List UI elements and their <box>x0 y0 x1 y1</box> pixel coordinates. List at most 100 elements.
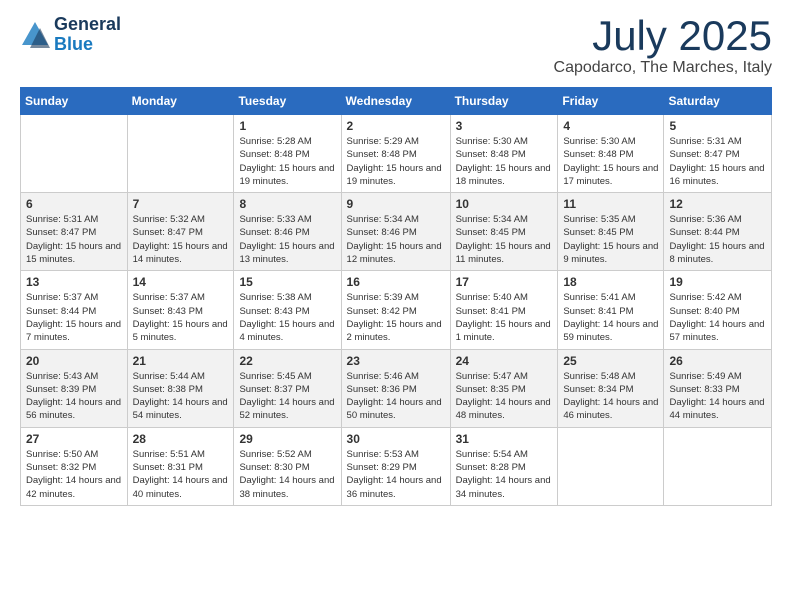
calendar-cell: 3 Sunrise: 5:30 AMSunset: 8:48 PMDaylight… <box>450 115 558 193</box>
col-tuesday: Tuesday <box>234 88 341 115</box>
calendar-cell: 20Sunrise: 5:43 AMSunset: 8:39 PMDayligh… <box>21 349 128 427</box>
calendar-body: 1Sunrise: 5:28 AMSunset: 8:48 PMDaylight… <box>21 115 772 506</box>
page: General Blue July 2025 Capodarco, The Ma… <box>0 0 792 612</box>
day-number: 7 <box>133 197 229 211</box>
calendar-cell: 27 Sunrise: 5:50 AMSunset: 8:32 PMDayligh… <box>21 427 128 505</box>
day-number: 9 <box>347 197 445 211</box>
calendar-cell: 10 Sunrise: 5:34 AMSunset: 8:45 PMDayligh… <box>450 193 558 271</box>
calendar-cell: 18 Sunrise: 5:41 AMSunset: 8:41 PMDayligh… <box>558 271 664 349</box>
day-info: Sunrise: 5:34 AMSunset: 8:46 PMDaylight:… <box>347 213 445 266</box>
month-title: July 2025 <box>554 15 772 57</box>
header: General Blue July 2025 Capodarco, The Ma… <box>20 15 772 77</box>
calendar-cell: 15 Sunrise: 5:38 AMSunset: 8:43 PMDayligh… <box>234 271 341 349</box>
day-number: 20 <box>26 354 122 368</box>
day-info: Sunrise: 5:35 AMSunset: 8:45 PMDaylight:… <box>563 213 658 266</box>
calendar-week-3: 20Sunrise: 5:43 AMSunset: 8:39 PMDayligh… <box>21 349 772 427</box>
day-number: 10 <box>456 197 553 211</box>
day-info: Sunrise: 5:34 AMSunset: 8:45 PMDaylight:… <box>456 213 553 266</box>
day-number: 21 <box>133 354 229 368</box>
calendar-week-1: 6 Sunrise: 5:31 AMSunset: 8:47 PMDaylight… <box>21 193 772 271</box>
day-info: Sunrise: 5:40 AMSunset: 8:41 PMDaylight:… <box>456 291 553 344</box>
day-number: 3 <box>456 119 553 133</box>
day-number: 28 <box>133 432 229 446</box>
day-info: Sunrise: 5:42 AMSunset: 8:40 PMDaylight:… <box>669 291 766 344</box>
calendar-cell: 14 Sunrise: 5:37 AMSunset: 8:43 PMDayligh… <box>127 271 234 349</box>
col-saturday: Saturday <box>664 88 772 115</box>
day-info: Sunrise: 5:49 AMSunset: 8:33 PMDaylight:… <box>669 370 766 423</box>
day-number: 16 <box>347 275 445 289</box>
calendar-cell: 2 Sunrise: 5:29 AMSunset: 8:48 PMDaylight… <box>341 115 450 193</box>
day-info: Sunrise: 5:39 AMSunset: 8:42 PMDaylight:… <box>347 291 445 344</box>
calendar-cell <box>558 427 664 505</box>
day-number: 14 <box>133 275 229 289</box>
calendar-cell: 23Sunrise: 5:46 AMSunset: 8:36 PMDayligh… <box>341 349 450 427</box>
calendar-table: Sunday Monday Tuesday Wednesday Thursday… <box>20 87 772 506</box>
day-info: Sunrise: 5:48 AMSunset: 8:34 PMDaylight:… <box>563 370 658 423</box>
col-thursday: Thursday <box>450 88 558 115</box>
day-info: Sunrise: 5:50 AMSunset: 8:32 PMDaylight:… <box>26 448 122 501</box>
day-info: Sunrise: 5:28 AMSunset: 8:48 PMDaylight:… <box>239 135 335 188</box>
day-info: Sunrise: 5:30 AMSunset: 8:48 PMDaylight:… <box>563 135 658 188</box>
day-info: Sunrise: 5:41 AMSunset: 8:41 PMDaylight:… <box>563 291 658 344</box>
calendar-cell: 28 Sunrise: 5:51 AMSunset: 8:31 PMDayligh… <box>127 427 234 505</box>
day-number: 26 <box>669 354 766 368</box>
calendar-cell: 5Sunrise: 5:31 AMSunset: 8:47 PMDaylight… <box>664 115 772 193</box>
day-number: 24 <box>456 354 553 368</box>
calendar-cell: 1Sunrise: 5:28 AMSunset: 8:48 PMDaylight… <box>234 115 341 193</box>
col-monday: Monday <box>127 88 234 115</box>
calendar-header: Sunday Monday Tuesday Wednesday Thursday… <box>21 88 772 115</box>
calendar-cell: 13Sunrise: 5:37 AMSunset: 8:44 PMDayligh… <box>21 271 128 349</box>
location-title: Capodarco, The Marches, Italy <box>554 59 772 77</box>
day-info: Sunrise: 5:30 AMSunset: 8:48 PMDaylight:… <box>456 135 553 188</box>
calendar-cell: 31 Sunrise: 5:54 AMSunset: 8:28 PMDayligh… <box>450 427 558 505</box>
col-sunday: Sunday <box>21 88 128 115</box>
day-info: Sunrise: 5:31 AMSunset: 8:47 PMDaylight:… <box>669 135 766 188</box>
day-number: 8 <box>239 197 335 211</box>
day-number: 31 <box>456 432 553 446</box>
day-number: 12 <box>669 197 766 211</box>
calendar-cell: 22Sunrise: 5:45 AMSunset: 8:37 PMDayligh… <box>234 349 341 427</box>
day-info: Sunrise: 5:54 AMSunset: 8:28 PMDaylight:… <box>456 448 553 501</box>
logo-icon <box>20 20 50 50</box>
day-number: 17 <box>456 275 553 289</box>
day-number: 30 <box>347 432 445 446</box>
day-number: 6 <box>26 197 122 211</box>
day-number: 18 <box>563 275 658 289</box>
day-info: Sunrise: 5:37 AMSunset: 8:43 PMDaylight:… <box>133 291 229 344</box>
day-number: 2 <box>347 119 445 133</box>
day-number: 13 <box>26 275 122 289</box>
day-info: Sunrise: 5:52 AMSunset: 8:30 PMDaylight:… <box>239 448 335 501</box>
day-info: Sunrise: 5:31 AMSunset: 8:47 PMDaylight:… <box>26 213 122 266</box>
header-row: Sunday Monday Tuesday Wednesday Thursday… <box>21 88 772 115</box>
calendar-cell: 4 Sunrise: 5:30 AMSunset: 8:48 PMDaylight… <box>558 115 664 193</box>
day-info: Sunrise: 5:51 AMSunset: 8:31 PMDaylight:… <box>133 448 229 501</box>
logo-blue: Blue <box>54 35 121 55</box>
day-number: 15 <box>239 275 335 289</box>
calendar-cell: 26 Sunrise: 5:49 AMSunset: 8:33 PMDayligh… <box>664 349 772 427</box>
calendar-cell: 24 Sunrise: 5:47 AMSunset: 8:35 PMDayligh… <box>450 349 558 427</box>
calendar-cell: 7Sunrise: 5:32 AMSunset: 8:47 PMDaylight… <box>127 193 234 271</box>
calendar-cell: 29Sunrise: 5:52 AMSunset: 8:30 PMDayligh… <box>234 427 341 505</box>
calendar-week-0: 1Sunrise: 5:28 AMSunset: 8:48 PMDaylight… <box>21 115 772 193</box>
calendar-week-4: 27 Sunrise: 5:50 AMSunset: 8:32 PMDayligh… <box>21 427 772 505</box>
day-info: Sunrise: 5:38 AMSunset: 8:43 PMDaylight:… <box>239 291 335 344</box>
day-number: 4 <box>563 119 658 133</box>
calendar-cell <box>21 115 128 193</box>
calendar-cell: 8Sunrise: 5:33 AMSunset: 8:46 PMDaylight… <box>234 193 341 271</box>
calendar-cell: 12 Sunrise: 5:36 AMSunset: 8:44 PMDayligh… <box>664 193 772 271</box>
calendar-cell <box>127 115 234 193</box>
day-info: Sunrise: 5:29 AMSunset: 8:48 PMDaylight:… <box>347 135 445 188</box>
calendar-cell: 19Sunrise: 5:42 AMSunset: 8:40 PMDayligh… <box>664 271 772 349</box>
day-info: Sunrise: 5:44 AMSunset: 8:38 PMDaylight:… <box>133 370 229 423</box>
calendar-cell: 11Sunrise: 5:35 AMSunset: 8:45 PMDayligh… <box>558 193 664 271</box>
calendar-cell: 17 Sunrise: 5:40 AMSunset: 8:41 PMDayligh… <box>450 271 558 349</box>
day-number: 22 <box>239 354 335 368</box>
calendar-week-2: 13Sunrise: 5:37 AMSunset: 8:44 PMDayligh… <box>21 271 772 349</box>
calendar-cell: 21 Sunrise: 5:44 AMSunset: 8:38 PMDayligh… <box>127 349 234 427</box>
logo: General Blue <box>20 15 121 55</box>
day-info: Sunrise: 5:47 AMSunset: 8:35 PMDaylight:… <box>456 370 553 423</box>
calendar-cell: 9 Sunrise: 5:34 AMSunset: 8:46 PMDaylight… <box>341 193 450 271</box>
day-number: 27 <box>26 432 122 446</box>
day-number: 25 <box>563 354 658 368</box>
day-info: Sunrise: 5:36 AMSunset: 8:44 PMDaylight:… <box>669 213 766 266</box>
